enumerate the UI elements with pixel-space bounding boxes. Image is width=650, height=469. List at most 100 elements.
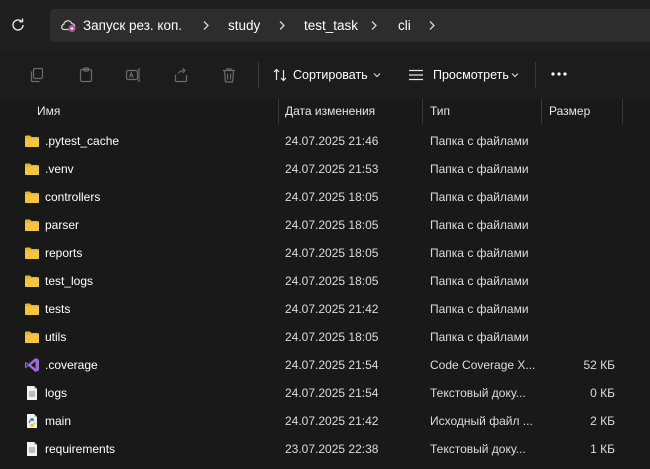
file-row[interactable]: main 24.07.2025 21:42 Исходный файл ... 2 К… [0,407,650,435]
file-name: parser [45,218,80,232]
file-size [545,211,615,239]
folder-icon [24,161,40,177]
file-size [545,295,615,323]
file-type: Папка с файлами [430,274,529,288]
view-label: Просмотреть [433,68,509,82]
file-row[interactable]: .coverage 24.07.2025 21:54 Code Coverage X… [0,351,650,379]
file-size [545,183,615,211]
file-name: reports [45,246,83,260]
file-type: Папка с файлами [430,218,529,232]
python-file-icon [24,413,40,429]
text-file-icon [24,385,40,401]
delete-icon[interactable] [220,66,238,84]
visual-studio-icon [24,357,40,373]
file-size: 1 КБ [590,442,615,456]
chevron-right-icon[interactable] [200,9,212,42]
column-header-date[interactable]: Дата изменения [285,99,375,124]
chevron-right-icon[interactable] [426,9,438,42]
file-name: utils [45,330,67,344]
sort-button[interactable]: Сортировать [272,64,382,86]
file-name: .coverage [45,358,98,372]
file-date: 24.07.2025 18:05 [285,330,379,344]
file-size [545,155,615,183]
more-icon[interactable] [550,62,570,86]
file-date: 24.07.2025 18:05 [285,246,379,260]
file-date: 24.07.2025 21:54 [285,358,379,372]
column-divider[interactable] [541,99,542,124]
file-date: 24.07.2025 21:53 [285,162,379,176]
share-icon[interactable] [172,66,190,84]
copy-icon[interactable] [28,66,46,84]
file-date: 23.07.2025 22:38 [285,442,379,456]
address-bar: Запуск рез. коп. study test_task cli [0,0,650,50]
file-date: 24.07.2025 18:05 [285,190,379,204]
file-name: logs [45,386,68,400]
file-date: 24.07.2025 21:46 [285,134,379,148]
file-date: 24.07.2025 18:05 [285,218,379,232]
file-row[interactable]: controllers 24.07.2025 18:05 Папка с файла… [0,183,650,211]
column-header-name[interactable]: Имя [37,99,60,124]
file-name: requirements [45,442,116,456]
file-date: 24.07.2025 21:42 [285,302,379,316]
file-row[interactable]: tests 24.07.2025 21:42 Папка с файлами [0,295,650,323]
file-size [545,239,615,267]
file-type: Папка с файлами [430,134,529,148]
file-name: .venv [45,162,74,176]
folder-icon [24,329,40,345]
breadcrumb-item-cli[interactable]: cli [398,9,411,42]
folder-icon [24,301,40,317]
column-divider[interactable] [622,99,623,124]
file-type: Папка с файлами [430,246,529,260]
file-type: Папка с файлами [430,330,529,344]
file-size [545,127,615,155]
breadcrumb-item-study[interactable]: study [228,9,260,42]
breadcrumb-item-test-task[interactable]: test_task [304,9,358,42]
folder-icon [24,189,40,205]
file-row[interactable]: test_logs 24.07.2025 18:05 Папка с файлами [0,267,650,295]
chevron-right-icon[interactable] [276,9,288,42]
paste-icon[interactable] [77,66,95,84]
file-row[interactable]: requirements 23.07.2025 22:38 Текстовый до… [0,435,650,463]
view-icon [408,67,424,90]
folder-icon [24,273,40,289]
file-type: Code Coverage X... [430,358,535,372]
file-name: .pytest_cache [45,134,120,148]
file-type: Текстовый доку... [430,386,526,400]
file-row[interactable]: utils 24.07.2025 18:05 Папка с файлами [0,323,650,351]
file-date: 24.07.2025 21:54 [285,386,379,400]
file-row[interactable]: logs 24.07.2025 21:54 Текстовый доку... 0 К… [0,379,650,407]
file-size [545,267,615,295]
file-row[interactable]: reports 24.07.2025 18:05 Папка с файлами [0,239,650,267]
chevron-down-icon [511,64,519,95]
rename-icon[interactable] [124,66,142,84]
file-row[interactable]: .pytest_cache 24.07.2025 21:46 Папка с фай… [0,127,650,155]
chevron-right-icon[interactable] [368,9,380,42]
folder-icon [24,245,40,261]
file-type: Исходный файл ... [430,414,533,428]
sort-label: Сортировать [293,68,368,82]
chevron-down-icon [373,64,381,95]
folder-icon [24,133,40,149]
file-row[interactable]: .venv 24.07.2025 21:53 Папка с файлами [0,155,650,183]
cloud-backup-icon [59,16,77,34]
file-name: test_logs [45,274,94,288]
view-button[interactable]: Просмотреть [408,64,523,86]
file-type: Папка с файлами [430,302,529,316]
file-date: 24.07.2025 18:05 [285,274,379,288]
file-name: controllers [45,190,101,204]
refresh-icon[interactable] [9,16,27,34]
file-type: Папка с файлами [430,162,529,176]
column-divider[interactable] [422,99,423,124]
column-header-size[interactable]: Размер [549,99,590,124]
file-row[interactable]: parser 24.07.2025 18:05 Папка с файлами [0,211,650,239]
file-size [545,323,615,351]
column-divider[interactable] [278,99,279,124]
column-header-type[interactable]: Тип [430,99,450,124]
breadcrumb-item-backup[interactable]: Запуск рез. коп. [83,9,182,42]
column-header: Имя Дата изменения Тип Размер [0,99,650,124]
file-date: 24.07.2025 21:42 [285,414,379,428]
breadcrumb: Запуск рез. коп. study test_task cli [50,9,650,42]
file-size: 52 КБ [583,358,615,372]
toolbar-divider [535,62,536,88]
folder-icon [24,217,40,233]
